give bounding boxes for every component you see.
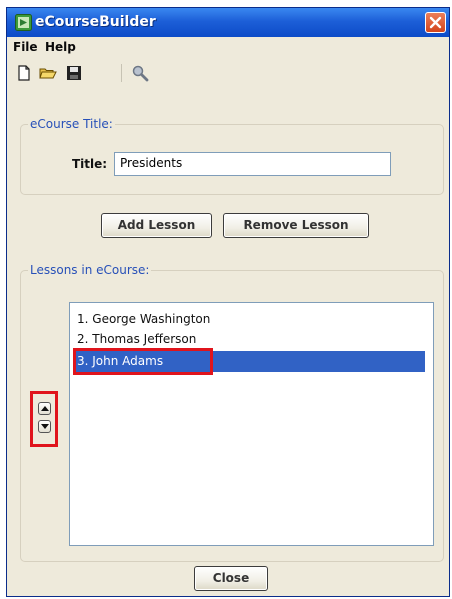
title-label: Title: xyxy=(72,157,108,171)
move-down-button[interactable] xyxy=(38,420,51,433)
close-button[interactable]: Close xyxy=(194,566,268,591)
course-title-heading: eCourse Title: xyxy=(28,117,115,131)
lessons-heading: Lessons in eCourse: xyxy=(28,263,152,277)
title-bar[interactable]: eCourseBuilder xyxy=(7,8,449,37)
menu-file[interactable]: File xyxy=(13,40,38,54)
menu-help[interactable]: Help xyxy=(45,40,76,54)
new-file-icon[interactable] xyxy=(15,64,33,82)
selected-lesson-highlight xyxy=(73,348,213,375)
lessons-group: Lessons in eCourse: 1. George Washington… xyxy=(20,263,444,562)
window-close-button[interactable] xyxy=(425,12,446,33)
lessons-list[interactable]: 1. George Washington 2. Thomas Jefferson… xyxy=(69,302,434,546)
open-folder-icon[interactable] xyxy=(39,64,57,82)
add-lesson-button[interactable]: Add Lesson xyxy=(101,213,212,238)
toolbar-separator xyxy=(121,64,122,82)
search-magnifier-icon[interactable] xyxy=(131,64,149,82)
course-title-group: eCourse Title: Title: Presidents xyxy=(20,117,444,195)
triangle-up-icon xyxy=(41,406,49,411)
menu-bar: File Help xyxy=(7,37,449,58)
title-input[interactable]: Presidents xyxy=(114,152,391,176)
app-icon xyxy=(15,14,32,31)
reorder-buttons-highlight xyxy=(30,391,58,447)
close-icon xyxy=(429,16,442,29)
ecoursebuilder-window: eCourseBuilder File Help eCourse Title: … xyxy=(6,7,450,597)
move-up-button[interactable] xyxy=(38,402,51,415)
list-item[interactable]: 1. George Washington xyxy=(73,309,425,330)
save-disk-icon[interactable] xyxy=(65,64,83,82)
triangle-down-icon xyxy=(41,424,49,429)
remove-lesson-button[interactable]: Remove Lesson xyxy=(223,213,369,238)
toolbar xyxy=(7,58,449,88)
window-title: eCourseBuilder xyxy=(35,14,156,30)
list-item[interactable]: 2. Thomas Jefferson xyxy=(73,329,425,350)
